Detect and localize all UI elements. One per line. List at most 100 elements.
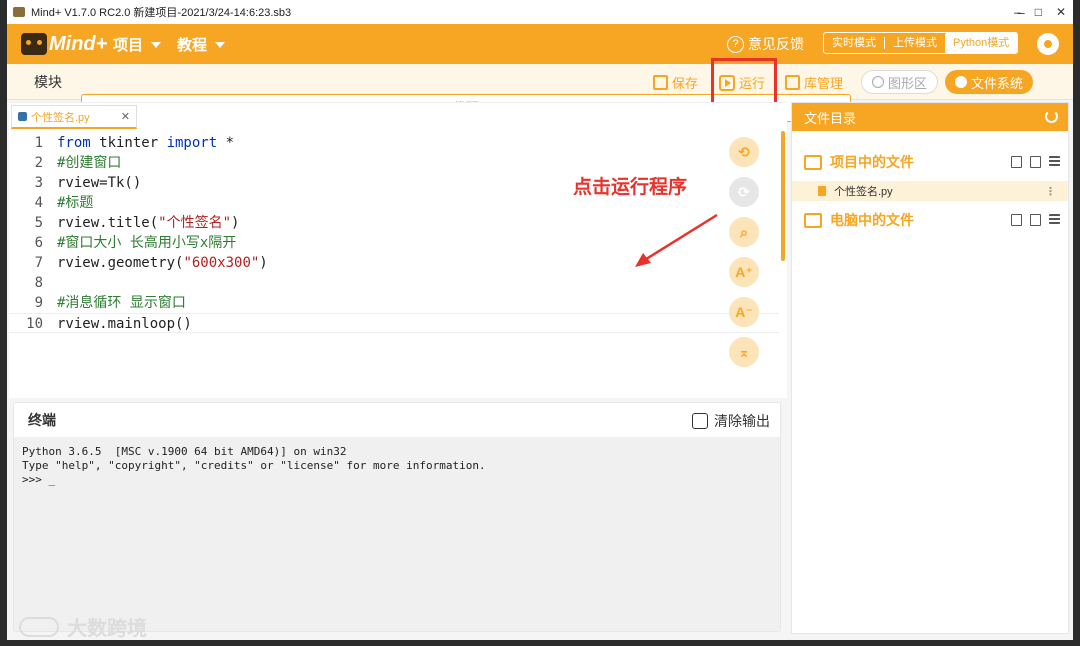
watermark-text: 大数跨境 — [67, 618, 147, 640]
circle-icon — [872, 76, 884, 88]
collapse-top-icon[interactable]: ⌅ — [729, 337, 759, 367]
broom-icon — [692, 413, 708, 429]
code-text: rview.geometry("600x300") — [57, 255, 268, 271]
code-text: #窗口大小 长高用小写x隔开 — [57, 235, 237, 251]
app-icon — [13, 7, 25, 17]
code-line: 1 from tkinter import * — [9, 133, 779, 153]
mindplus-logo[interactable]: Mind+ — [21, 30, 107, 58]
project-files-section[interactable]: 项目中的文件 — [792, 149, 1068, 175]
library-button[interactable]: 库管理 — [785, 73, 843, 92]
menu-icon[interactable] — [1049, 156, 1060, 166]
menu-icon[interactable] — [1049, 214, 1060, 224]
editor-tab[interactable]: 个性签名.py ✕ — [11, 105, 137, 129]
menu-project-label: 项目 — [113, 37, 144, 54]
maximize-icon[interactable]: □ — [1035, 5, 1042, 19]
clear-output-button[interactable]: 清除输出 — [692, 411, 770, 431]
file-icon — [818, 186, 826, 196]
mode-upload[interactable]: 上传模式 — [885, 33, 945, 53]
save-icon — [653, 75, 668, 90]
mode-realtime[interactable]: 实时模式 — [824, 33, 884, 53]
redo-icon[interactable]: ⟳ — [729, 177, 759, 207]
tab-blocks[interactable]: 模块 — [9, 68, 87, 96]
menu-project[interactable]: 项目 — [113, 34, 162, 55]
line-number: 8 — [34, 275, 43, 291]
project-files-label: 项目中的文件 — [830, 154, 914, 170]
annotation-text: 点击运行程序 — [573, 177, 688, 198]
font-increase-icon[interactable]: A⁺ — [729, 257, 759, 287]
graphics-area-button[interactable]: 图形区 — [861, 70, 939, 94]
new-file-icon[interactable] — [1011, 214, 1022, 226]
terminal-title: 终端 — [28, 412, 56, 428]
code-text: #消息循环 显示窗口 — [57, 295, 186, 311]
mode-python[interactable]: Python模式 — [945, 33, 1018, 53]
line-number: 6 — [34, 235, 43, 251]
code-line: 9 #消息循环 显示窗口 — [9, 293, 779, 313]
code-text: rview.mainloop() — [57, 316, 192, 332]
check-circle-icon — [955, 76, 967, 88]
annotation-arrow — [635, 213, 718, 267]
file-item-label: 个性签名.py — [834, 186, 893, 198]
computer-files-label: 电脑中的文件 — [830, 212, 914, 228]
library-icon — [785, 75, 800, 90]
monitor-icon — [804, 212, 822, 228]
filesystem-button[interactable]: 文件系统 — [945, 70, 1034, 94]
editor-scrollbar[interactable] — [781, 131, 785, 261]
line-number: 5 — [34, 215, 43, 231]
code-text: rview=Tk() — [57, 175, 142, 191]
file-directory-header: 文件目录 — [792, 103, 1068, 131]
gear-icon[interactable] — [1037, 33, 1059, 55]
question-icon: ? — [727, 35, 744, 53]
refresh-icon[interactable] — [1045, 110, 1058, 123]
new-folder-icon[interactable] — [1030, 214, 1041, 226]
close-window-icon[interactable]: ✕ — [1056, 5, 1066, 19]
save-button[interactable]: 保存 — [653, 73, 698, 92]
project-file-actions — [1011, 156, 1060, 168]
minimize-icon[interactable]: – — [1014, 5, 1021, 19]
sub-toolbar: 模块 代码 保存 运行 库管理 图形区 文件系统 — [7, 64, 1073, 122]
line-number: 9 — [34, 295, 43, 311]
code-line-active: 10 rview.mainloop() — [9, 313, 779, 333]
top-bar: Mind+ 项目 教程 ? 意见反馈 实时模式 上传模式 Python模式 — [7, 24, 1073, 64]
menu-tutorial-label: 教程 — [177, 37, 208, 54]
terminal-panel: 终端 清除输出 Python 3.6.5 [MSC v.1900 64 bit … — [13, 402, 781, 632]
file-item[interactable]: 个性签名.py ⋮ — [792, 181, 1068, 201]
feedback-button[interactable]: ? 意见反馈 — [727, 34, 804, 54]
library-label: 库管理 — [804, 76, 844, 91]
feedback-label: 意见反馈 — [748, 36, 804, 52]
title-bar: Mind+ V1.7.0 RC2.0 新建项目-2021/3/24-14:6:2… — [7, 0, 1073, 24]
menu-tutorial[interactable]: 教程 — [177, 34, 226, 55]
new-file-icon[interactable] — [1011, 156, 1022, 168]
more-icon[interactable]: ⋮ — [1045, 185, 1056, 198]
code-text: #创建窗口 — [57, 155, 122, 171]
chevron-down-icon — [151, 41, 162, 48]
code-text: #标题 — [57, 195, 94, 211]
code-editor: 个性签名.py ✕ 1 from tkinter import * 2 #创建窗口 … — [9, 102, 787, 398]
mode-switcher: 实时模式 上传模式 Python模式 — [823, 32, 1019, 54]
code-line: 2 #创建窗口 — [9, 153, 779, 173]
save-label: 保存 — [672, 76, 699, 91]
new-folder-icon[interactable] — [1030, 156, 1041, 168]
window-title: Mind+ V1.7.0 RC2.0 新建项目-2021/3/24-14:6:2… — [31, 7, 292, 19]
file-directory-panel: 文件目录 项目中的文件 个性签名.py ⋮ 电脑中的文件 — [791, 102, 1069, 634]
font-decrease-icon[interactable]: A⁻ — [729, 297, 759, 327]
run-highlight-box — [711, 58, 777, 106]
line-number: 2 — [34, 155, 43, 171]
app-window: Mind+ V1.7.0 RC2.0 新建项目-2021/3/24-14:6:2… — [7, 0, 1073, 640]
code-text: from tkinter import * — [57, 135, 235, 151]
filesystem-label: 文件系统 — [971, 75, 1024, 91]
watermark-logo — [19, 616, 59, 637]
search-icon[interactable]: ⌕ — [729, 217, 759, 247]
logo-text: Mind+ — [49, 32, 108, 55]
undo-icon[interactable]: ⟲ — [729, 137, 759, 167]
chevron-down-icon — [215, 41, 226, 48]
terminal-output[interactable]: Python 3.6.5 [MSC v.1900 64 bit AMD64)] … — [14, 437, 780, 631]
line-number: 3 — [34, 175, 43, 191]
file-directory-title: 文件目录 — [804, 110, 857, 126]
code-text: rview.title("个性签名") — [57, 215, 240, 231]
robot-icon — [21, 33, 47, 55]
line-number: 7 — [34, 255, 43, 271]
close-icon[interactable]: ✕ — [121, 110, 130, 123]
computer-files-section[interactable]: 电脑中的文件 — [792, 207, 1068, 233]
line-number: 10 — [26, 316, 43, 332]
graphics-label: 图形区 — [888, 75, 928, 91]
